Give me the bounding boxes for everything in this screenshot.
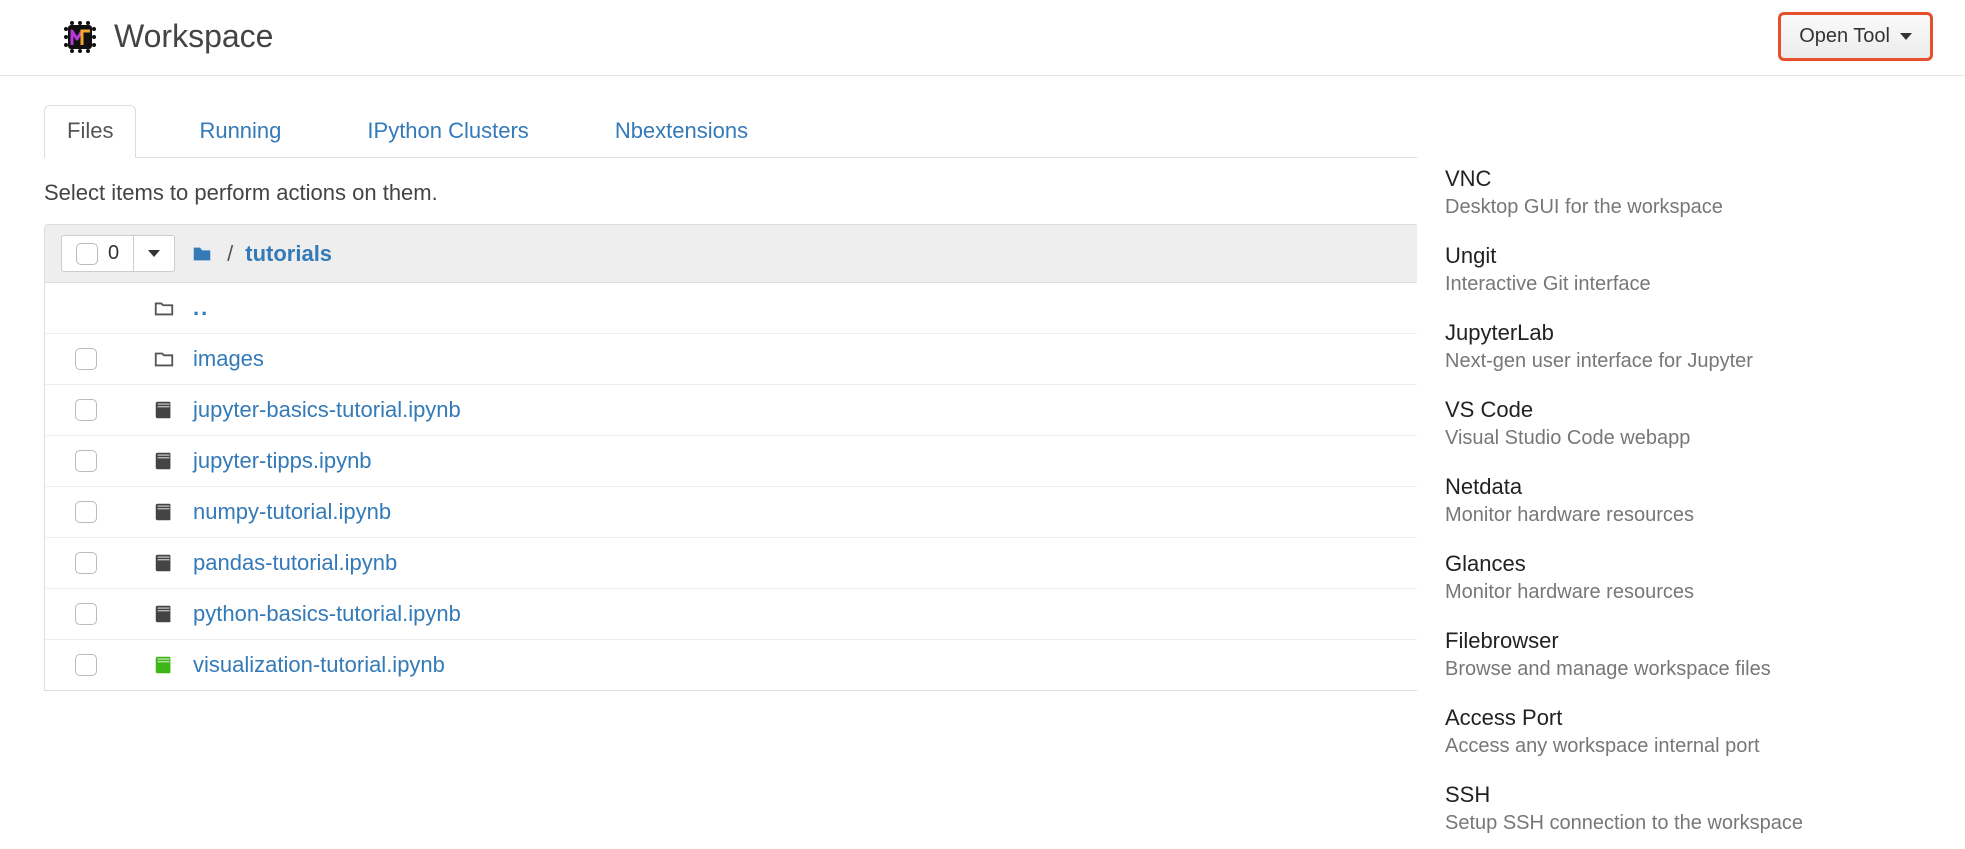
row-checkbox[interactable] bbox=[75, 552, 97, 574]
file-row: visualization-tutorial.ipynb bbox=[45, 640, 1511, 690]
header-bar: Workspace Open Tool bbox=[0, 0, 1965, 76]
file-name[interactable]: .. bbox=[193, 295, 209, 321]
folder-icon bbox=[151, 346, 177, 372]
notebook-running-icon bbox=[151, 652, 177, 678]
row-checkbox[interactable] bbox=[75, 654, 97, 676]
open-tool-button[interactable]: Open Tool bbox=[1778, 12, 1933, 61]
menu-item-desc: Visual Studio Code webapp bbox=[1445, 427, 1929, 450]
row-checkbox[interactable] bbox=[75, 450, 97, 472]
file-row: numpy-tutorial.ipynb bbox=[45, 487, 1511, 538]
workspace-logo-icon bbox=[60, 17, 100, 57]
tab-ipython-clusters[interactable]: IPython Clusters bbox=[344, 105, 551, 158]
breadcrumb: / tutorials bbox=[189, 241, 332, 267]
main-area: Files Running IPython Clusters Nbextensi… bbox=[0, 76, 1965, 691]
menu-item-title: Glances bbox=[1445, 551, 1929, 577]
tab-running[interactable]: Running bbox=[176, 105, 304, 158]
file-name[interactable]: visualization-tutorial.ipynb bbox=[193, 652, 445, 678]
menu-item-desc: Desktop GUI for the workspace bbox=[1445, 196, 1929, 219]
menu-item-ungit[interactable]: Ungit Interactive Git interface bbox=[1417, 233, 1957, 310]
file-list-panel: 0 / tutorials .. bbox=[44, 224, 1512, 691]
open-tool-menu: VNC Desktop GUI for the workspace Ungit … bbox=[1417, 146, 1957, 849]
menu-item-title: Ungit bbox=[1445, 243, 1929, 269]
page-title: Workspace bbox=[114, 18, 273, 55]
notebook-icon bbox=[151, 448, 177, 474]
row-checkbox[interactable] bbox=[75, 603, 97, 625]
file-row: python-basics-tutorial.ipynb bbox=[45, 589, 1511, 640]
tab-nbextensions[interactable]: Nbextensions bbox=[592, 105, 771, 158]
menu-item-title: Filebrowser bbox=[1445, 628, 1929, 654]
notebook-icon bbox=[151, 601, 177, 627]
select-all-checkbox[interactable] bbox=[76, 243, 98, 265]
row-checkbox[interactable] bbox=[75, 501, 97, 523]
menu-item-desc: Monitor hardware resources bbox=[1445, 504, 1929, 527]
menu-item-desc: Access any workspace internal port bbox=[1445, 735, 1929, 758]
file-name[interactable]: python-basics-tutorial.ipynb bbox=[193, 601, 461, 627]
menu-item-ssh[interactable]: SSH Setup SSH connection to the workspac… bbox=[1417, 772, 1957, 849]
menu-item-title: Netdata bbox=[1445, 474, 1929, 500]
menu-item-title: SSH bbox=[1445, 782, 1929, 808]
row-checkbox[interactable] bbox=[75, 348, 97, 370]
notebook-icon bbox=[151, 550, 177, 576]
menu-item-desc: Monitor hardware resources bbox=[1445, 581, 1929, 604]
row-checkbox[interactable] bbox=[75, 399, 97, 421]
menu-item-vnc[interactable]: VNC Desktop GUI for the workspace bbox=[1417, 156, 1957, 233]
breadcrumb-separator: / bbox=[227, 241, 233, 267]
menu-item-title: VNC bbox=[1445, 166, 1929, 192]
menu-item-title: JupyterLab bbox=[1445, 320, 1929, 346]
file-name[interactable]: pandas-tutorial.ipynb bbox=[193, 550, 397, 576]
menu-item-desc: Next-gen user interface for Jupyter bbox=[1445, 350, 1929, 373]
folder-icon[interactable] bbox=[189, 241, 215, 267]
file-row: jupyter-tipps.ipynb bbox=[45, 436, 1511, 487]
caret-down-icon bbox=[148, 250, 160, 257]
menu-item-glances[interactable]: Glances Monitor hardware resources bbox=[1417, 541, 1957, 618]
parent-dir-row[interactable]: .. bbox=[45, 283, 1511, 334]
caret-down-icon bbox=[1900, 33, 1912, 40]
menu-item-desc: Interactive Git interface bbox=[1445, 273, 1929, 296]
file-name[interactable]: jupyter-tipps.ipynb bbox=[193, 448, 372, 474]
tab-files[interactable]: Files bbox=[44, 105, 136, 158]
file-row: images bbox=[45, 334, 1511, 385]
file-row: pandas-tutorial.ipynb bbox=[45, 538, 1511, 589]
open-tool-label: Open Tool bbox=[1799, 25, 1890, 48]
notebook-icon bbox=[151, 499, 177, 525]
menu-item-title: VS Code bbox=[1445, 397, 1929, 423]
file-row: jupyter-basics-tutorial.ipynb bbox=[45, 385, 1511, 436]
menu-item-netdata[interactable]: Netdata Monitor hardware resources bbox=[1417, 464, 1957, 541]
breadcrumb-folder[interactable]: tutorials bbox=[245, 241, 332, 267]
menu-item-desc: Setup SSH connection to the workspace bbox=[1445, 812, 1929, 835]
file-name[interactable]: images bbox=[193, 346, 264, 372]
menu-item-desc: Browse and manage workspace files bbox=[1445, 658, 1929, 681]
select-all-count[interactable]: 0 bbox=[62, 236, 134, 271]
menu-item-jupyterlab[interactable]: JupyterLab Next-gen user interface for J… bbox=[1417, 310, 1957, 387]
menu-item-filebrowser[interactable]: Filebrowser Browse and manage workspace … bbox=[1417, 618, 1957, 695]
file-toolbar: 0 / tutorials bbox=[45, 225, 1511, 283]
menu-item-vscode[interactable]: VS Code Visual Studio Code webapp bbox=[1417, 387, 1957, 464]
select-menu-toggle[interactable] bbox=[134, 236, 174, 271]
selected-count: 0 bbox=[108, 242, 119, 265]
select-all-group: 0 bbox=[61, 235, 175, 272]
notebook-icon bbox=[151, 397, 177, 423]
file-name[interactable]: jupyter-basics-tutorial.ipynb bbox=[193, 397, 461, 423]
menu-item-access-port[interactable]: Access Port Access any workspace interna… bbox=[1417, 695, 1957, 772]
brand: Workspace bbox=[60, 17, 273, 57]
file-name[interactable]: numpy-tutorial.ipynb bbox=[193, 499, 391, 525]
menu-item-title: Access Port bbox=[1445, 705, 1929, 731]
folder-open-icon bbox=[151, 295, 177, 321]
